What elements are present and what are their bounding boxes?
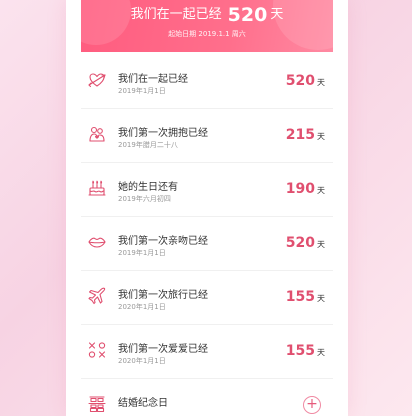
double-happiness-icon bbox=[87, 394, 107, 414]
summary-days: 520 bbox=[227, 4, 268, 26]
day-count: 155 天 bbox=[286, 286, 325, 305]
anniversary-title: 我们在一起已经 bbox=[118, 74, 188, 85]
anniversary-title: 我们第一次爱爱已经 bbox=[118, 344, 208, 355]
main-card: 我们在一起已经 520 天 起始日期 2019.1.1 周六 我们在一起已经 201… bbox=[66, 0, 348, 416]
anniversary-list: 我们在一起已经 2019年1月1日 520 天 我们第一次拥抱已经 2019年腊月… bbox=[81, 55, 333, 416]
anniversary-date: 2020年1月1日 bbox=[118, 303, 166, 311]
anniversary-item-first-hug[interactable]: 我们第一次拥抱已经 2019年腊月二十八 215 天 bbox=[81, 109, 333, 163]
heart-arrow-icon bbox=[87, 70, 107, 90]
anniversary-date: 2019年腊月二十八 bbox=[118, 141, 178, 149]
anniversary-title: 她的生日还有 bbox=[118, 182, 178, 193]
plus-icon[interactable]: + bbox=[303, 396, 321, 414]
start-date: 起始日期 2019.1.1 周六 bbox=[168, 30, 246, 38]
day-unit: 天 bbox=[317, 186, 325, 195]
birthday-cake-icon bbox=[87, 178, 107, 198]
day-count: 215 天 bbox=[286, 124, 325, 143]
day-unit: 天 bbox=[317, 348, 325, 357]
anniversary-date: 2019年1月1日 bbox=[118, 87, 166, 95]
anniversary-date: 2020年1月1日 bbox=[118, 357, 166, 365]
wedding-title: 结婚纪念日 bbox=[118, 398, 168, 409]
couple-hug-icon bbox=[87, 124, 107, 144]
anniversary-item-first-trip[interactable]: 我们第一次旅行已经 2020年1月1日 155 天 bbox=[81, 271, 333, 325]
day-unit: 天 bbox=[317, 78, 325, 87]
anniversary-date: 2019年1月1日 bbox=[118, 249, 166, 257]
summary-prefix: 我们在一起已经 bbox=[130, 7, 222, 22]
anniversary-title: 我们第一次拥抱已经 bbox=[118, 128, 208, 139]
anniversary-date: 2019年六月初四 bbox=[118, 195, 171, 203]
day-unit: 天 bbox=[317, 294, 325, 303]
wedding-anniversary-item[interactable]: 结婚纪念日 + bbox=[81, 379, 333, 416]
summary-banner: 我们在一起已经 520 天 起始日期 2019.1.1 周六 bbox=[81, 0, 333, 52]
anniversary-item-first-kiss[interactable]: 我们第一次亲吻已经 2019年1月1日 520 天 bbox=[81, 217, 333, 271]
anniversary-title: 我们第一次旅行已经 bbox=[118, 290, 208, 301]
day-number: 155 bbox=[285, 289, 315, 305]
day-count: 190 天 bbox=[286, 178, 325, 197]
day-number: 155 bbox=[285, 343, 315, 359]
summary-unit: 天 bbox=[270, 7, 284, 22]
airplane-icon bbox=[87, 286, 107, 306]
day-number: 215 bbox=[285, 127, 315, 143]
xoxo-icon bbox=[87, 340, 107, 360]
day-count: 520 天 bbox=[286, 70, 325, 89]
anniversary-item-first-love[interactable]: 我们第一次爱爱已经 2020年1月1日 155 天 bbox=[81, 325, 333, 379]
day-unit: 天 bbox=[317, 240, 325, 249]
anniversary-item-birthday[interactable]: 她的生日还有 2019年六月初四 190 天 bbox=[81, 163, 333, 217]
day-unit: 天 bbox=[317, 132, 325, 141]
anniversary-title: 我们第一次亲吻已经 bbox=[118, 236, 208, 247]
together-summary: 我们在一起已经 520 天 bbox=[81, 3, 333, 26]
day-number: 520 bbox=[285, 235, 315, 251]
day-number: 190 bbox=[285, 181, 315, 197]
day-count: 155 天 bbox=[286, 340, 325, 359]
anniversary-item-together[interactable]: 我们在一起已经 2019年1月1日 520 天 bbox=[81, 55, 333, 109]
day-number: 520 bbox=[285, 73, 315, 89]
day-count: 520 天 bbox=[286, 232, 325, 251]
lips-icon bbox=[87, 232, 107, 252]
